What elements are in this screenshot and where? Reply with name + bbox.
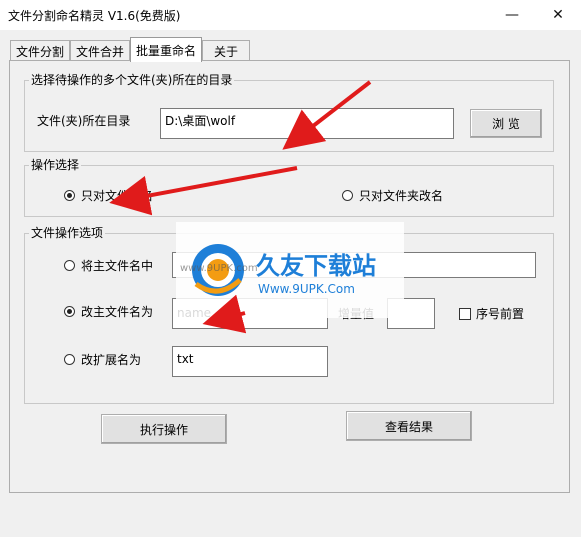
minimize-button[interactable]: — [489,0,535,30]
browse-button-label: 浏 览 [492,117,520,131]
radio-replace-main-name[interactable] [64,260,75,271]
close-icon: ✕ [552,7,564,23]
radio-folders-only[interactable] [342,190,353,201]
radio-replace-main-name-label: 将主文件名中 [81,259,154,273]
radio-change-main-name-label: 改主文件名为 [81,305,154,319]
site-watermark: 久友下载站 Www.9UPK.Com www.9UPK.com [176,222,404,318]
operation-group-label: 操作选择 [29,158,82,172]
tab-label: 关于 [213,45,238,59]
tab-about[interactable]: 关于 [202,40,250,62]
radio-change-main-name[interactable] [64,306,75,317]
tab-file-merge[interactable]: 文件合并 [70,40,130,62]
tab-batch-rename[interactable]: 批量重命名 [130,37,202,62]
radio-files-only-label: 只对文件改名 [81,189,154,203]
tab-label: 批量重命名 [135,43,196,58]
minimize-icon: — [505,7,519,23]
directory-field-label: 文件(夹)所在目录 [37,114,131,128]
directory-group-label: 选择待操作的多个文件(夹)所在的目录 [29,73,235,87]
watermark-brand: 久友下载站 [256,252,376,280]
tab-label: 文件合并 [75,45,124,59]
seq-first-checkbox[interactable] [459,308,471,320]
radio-files-only[interactable] [64,190,75,201]
browse-button[interactable]: 浏 览 [470,109,542,138]
title-bar: 文件分割命名精灵 V1.6(免费版) — ✕ [0,0,581,30]
execute-button-label: 执行操作 [139,422,188,437]
execute-button[interactable]: 执行操作 [101,414,227,444]
operation-group: 操作选择 只对文件改名 只对文件夹改名 [24,158,554,217]
radio-change-extension-label: 改扩展名为 [81,353,142,367]
view-result-button-label: 查看结果 [384,419,433,434]
watermark-url: Www.9UPK.Com [258,282,355,296]
close-button[interactable]: ✕ [535,0,581,30]
extension-input[interactable]: txt [172,346,328,377]
radio-folders-only-label: 只对文件夹改名 [359,189,444,203]
view-result-button[interactable]: 查看结果 [346,411,472,441]
directory-path-input[interactable]: D:\桌面\wolf [160,108,454,139]
directory-group: 选择待操作的多个文件(夹)所在的目录 文件(夹)所在目录 D:\桌面\wolf … [24,73,554,152]
seq-first-label: 序号前置 [476,307,525,321]
tab-file-split[interactable]: 文件分割 [10,40,70,62]
file-options-group-label: 文件操作选项 [29,226,106,240]
watermark-fragment: www.9UPK.com [180,263,258,274]
tab-label: 文件分割 [15,45,64,59]
radio-change-extension[interactable] [64,354,75,365]
window-title: 文件分割命名精灵 V1.6(免费版) [8,9,181,23]
